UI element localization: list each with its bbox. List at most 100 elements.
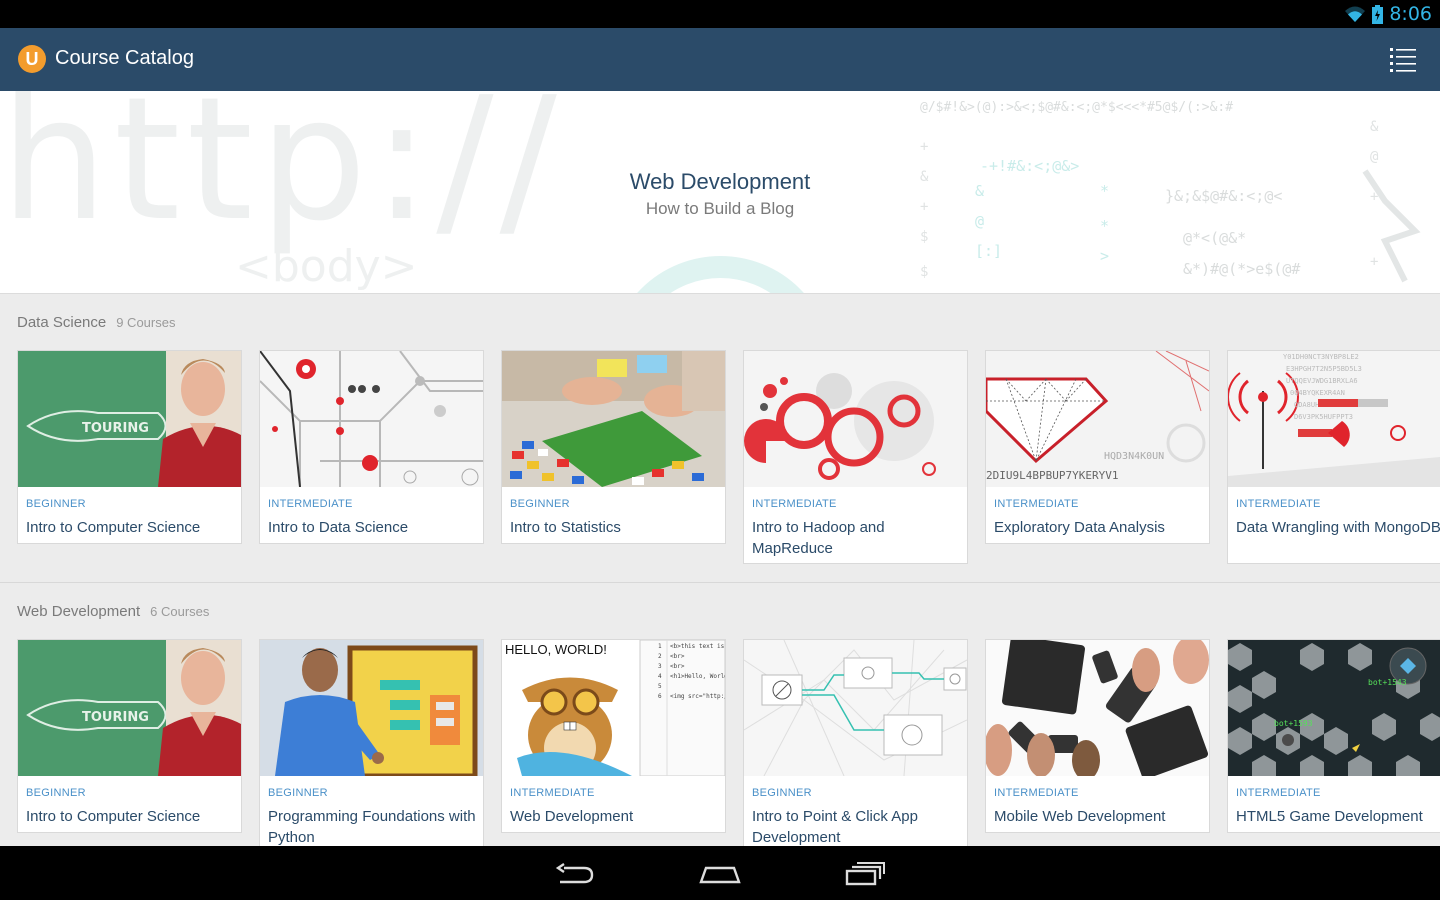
section-header-web-development[interactable]: Web Development 6 Courses bbox=[17, 603, 209, 620]
course-thumbnail bbox=[986, 640, 1209, 776]
svg-text:>: > bbox=[1100, 247, 1109, 265]
svg-text:*: * bbox=[1100, 217, 1109, 235]
battery-icon bbox=[1372, 4, 1384, 24]
app-logo-icon[interactable]: U bbox=[18, 45, 46, 73]
svg-text:D6V3PK5HUFPPT3: D6V3PK5HUFPPT3 bbox=[1294, 413, 1353, 421]
thumb-caption: HELLO, WORLD! bbox=[505, 642, 607, 657]
course-thumbnail: Y01DH0NCT3NYBP8LE2 E3HPGH7T2N5P5BD5L3 UTQ… bbox=[1228, 351, 1440, 487]
course-thumbnail: TOURING bbox=[18, 351, 241, 487]
course-thumbnail: bot+1543 bot+1593 bbox=[1228, 640, 1440, 776]
course-name: Intro to Statistics bbox=[510, 519, 621, 536]
course-thumbnail bbox=[260, 640, 483, 776]
action-bar: U Course Catalog bbox=[0, 28, 1440, 91]
course-card[interactable]: Y01DH0NCT3NYBP8LE2 E3HPGH7T2N5P5BD5L3 UTQ… bbox=[1227, 350, 1440, 564]
svg-text:<br>: <br> bbox=[670, 663, 685, 670]
svg-text:Y01DH0NCT3NYBP8LE2: Y01DH0NCT3NYBP8LE2 bbox=[1283, 353, 1359, 361]
course-name: Web Development bbox=[510, 808, 634, 825]
svg-text:@/$#!&>(@):>&<;$@#&:<;@*$<<<*#: @/$#!&>(@):>&<;$@#&:<;@*$<<<*#5@$/(:>&:# bbox=[920, 100, 1233, 115]
svg-text:TOURING: TOURING bbox=[82, 421, 149, 436]
recent-apps-icon[interactable] bbox=[843, 860, 887, 888]
course-level: INTERMEDIATE bbox=[268, 498, 353, 510]
svg-text:@*<(@&*: @*<(@&* bbox=[1183, 229, 1246, 247]
course-level: BEGINNER bbox=[26, 787, 86, 799]
course-level: BEGINNER bbox=[26, 498, 86, 510]
course-card[interactable]: TOURING BEGINNER Intro to Computer Scien… bbox=[17, 350, 242, 544]
back-icon[interactable] bbox=[554, 860, 598, 888]
section-header-data-science[interactable]: Data Science 9 Courses bbox=[17, 314, 175, 331]
course-name: Data Wrangling with MongoDB bbox=[1236, 519, 1440, 536]
course-card[interactable]: 2DIU9L4BPBUP7YKERYV1 HQD3N4K0UN INTERMED… bbox=[985, 350, 1210, 544]
svg-text:<h1>Hello, World: <h1>Hello, World bbox=[670, 673, 725, 680]
svg-text:bot+1543: bot+1543 bbox=[1368, 678, 1407, 687]
svg-text:E3HPGH7T2N5P5BD5L3: E3HPGH7T2N5P5BD5L3 bbox=[1286, 365, 1362, 373]
svg-text:2DIU9L4BPBUP7YKERYV1: 2DIU9L4BPBUP7YKERYV1 bbox=[986, 469, 1118, 482]
course-thumbnail: 2DIU9L4BPBUP7YKERYV1 HQD3N4K0UN bbox=[986, 351, 1209, 487]
course-name: Mobile Web Development bbox=[994, 808, 1166, 825]
svg-text:+: + bbox=[1370, 254, 1378, 270]
list-menu-icon[interactable] bbox=[1390, 46, 1416, 72]
svg-text:5: 5 bbox=[658, 683, 662, 690]
course-name: Exploratory Data Analysis bbox=[994, 519, 1165, 536]
svg-text:UTQQEVJWDG1BRXLA6: UTQQEVJWDG1BRXLA6 bbox=[1286, 377, 1358, 385]
svg-text:<img src="http:/: <img src="http:/ bbox=[670, 693, 725, 700]
svg-text:3: 3 bbox=[658, 663, 662, 670]
section-title: Data Science bbox=[17, 314, 107, 331]
course-card[interactable]: INTERMEDIATE Intro to Hadoop and MapRedu… bbox=[743, 350, 968, 564]
course-thumbnail bbox=[744, 640, 967, 776]
course-card[interactable]: HELLO, WORLD! 1 2 3 4 5 6 <b>this text is <br>… bbox=[501, 639, 726, 833]
hero-arc-decoration bbox=[608, 256, 833, 293]
course-card[interactable]: bot+1543 bot+1593 INTERMEDIATE HTML5 Gam… bbox=[1227, 639, 1440, 833]
clock: 8:06 bbox=[1389, 3, 1432, 25]
svg-text:HQD3N4K0UN: HQD3N4K0UN bbox=[1104, 451, 1164, 462]
course-level: BEGINNER bbox=[510, 498, 570, 510]
svg-text:[:]: [:] bbox=[975, 242, 1002, 260]
svg-text:6: 6 bbox=[658, 693, 662, 700]
course-name: Programming Foundations with Python bbox=[268, 808, 476, 846]
course-card[interactable]: BEGINNER Intro to Statistics bbox=[501, 350, 726, 544]
course-thumbnail bbox=[744, 351, 967, 487]
svg-text:bot+1593: bot+1593 bbox=[1274, 719, 1313, 728]
svg-text:1: 1 bbox=[658, 643, 662, 650]
svg-text:$: $ bbox=[920, 229, 928, 245]
course-level: INTERMEDIATE bbox=[994, 498, 1079, 510]
svg-text:2: 2 bbox=[658, 653, 662, 660]
section-title: Web Development bbox=[17, 603, 141, 620]
svg-text:<br>: <br> bbox=[670, 653, 685, 660]
svg-text:+: + bbox=[920, 139, 928, 155]
course-name: Intro to Hadoop and MapReduce bbox=[752, 519, 885, 557]
svg-text:<b>this text is: <b>this text is bbox=[670, 643, 725, 650]
course-thumbnail: HELLO, WORLD! 1 2 3 4 5 6 <b>this text is <br>… bbox=[502, 640, 725, 776]
featured-banner[interactable]: http:// <body> @/$#!&>(@):>&<;$@#&:<;@*$… bbox=[0, 91, 1440, 294]
course-card[interactable]: INTERMEDIATE Mobile Web Development bbox=[985, 639, 1210, 833]
course-level: INTERMEDIATE bbox=[510, 787, 595, 799]
course-thumbnail bbox=[502, 351, 725, 487]
course-thumbnail bbox=[260, 351, 483, 487]
course-card[interactable]: TOURING BEGINNER Intro to Computer Scien… bbox=[17, 639, 242, 833]
course-name: Intro to Computer Science bbox=[26, 808, 201, 825]
home-icon[interactable] bbox=[698, 860, 742, 888]
course-level: INTERMEDIATE bbox=[1236, 498, 1321, 510]
course-name: Intro to Computer Science bbox=[26, 519, 201, 536]
course-card[interactable]: BEGINNER Intro to Point & Click App Deve… bbox=[743, 639, 968, 853]
svg-text:&*)#@(*>e$(@#: &*)#@(*>e$(@# bbox=[1183, 260, 1300, 278]
course-level: INTERMEDIATE bbox=[752, 498, 837, 510]
status-bar: 8:06 bbox=[0, 0, 1440, 28]
navigation-bar bbox=[0, 846, 1440, 900]
svg-text:4: 4 bbox=[658, 673, 662, 680]
hero-title: Web Development bbox=[629, 169, 811, 194]
section-divider bbox=[0, 582, 1440, 583]
hero-bg-text: <body> bbox=[235, 241, 418, 292]
course-name: Intro to Point & Click App Development bbox=[752, 808, 918, 846]
course-level: BEGINNER bbox=[268, 787, 328, 799]
course-card[interactable]: INTERMEDIATE Intro to Data Science bbox=[259, 350, 484, 544]
svg-text:@: @ bbox=[1370, 149, 1379, 165]
svg-text:$: $ bbox=[920, 264, 928, 280]
course-level: INTERMEDIATE bbox=[1236, 787, 1321, 799]
hero-subtitle: How to Build a Blog bbox=[645, 199, 795, 218]
svg-text:0Q4BYQKEXR4AN: 0Q4BYQKEXR4AN bbox=[1290, 389, 1345, 397]
course-name: Intro to Data Science bbox=[268, 519, 409, 536]
course-level: INTERMEDIATE bbox=[994, 787, 1079, 799]
svg-text:&: & bbox=[1370, 119, 1379, 135]
svg-text:TOURING: TOURING bbox=[82, 710, 149, 725]
course-card[interactable]: BEGINNER Programming Foundations with Py… bbox=[259, 639, 484, 853]
